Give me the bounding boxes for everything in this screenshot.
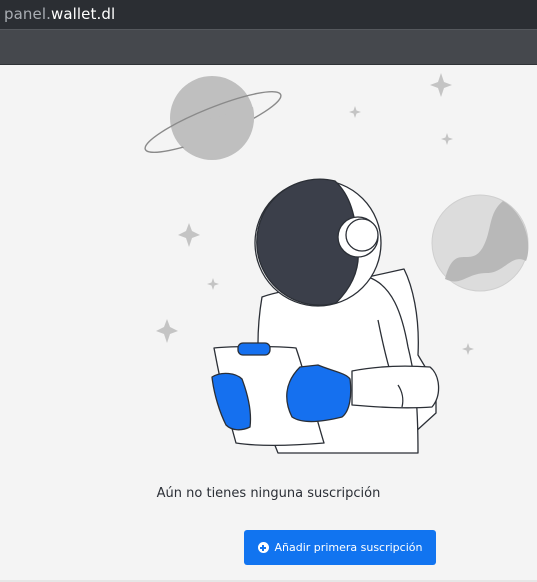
address-bar[interactable]: panel.wallet.dl bbox=[0, 0, 537, 29]
add-first-subscription-button[interactable]: Añadir primera suscripción bbox=[244, 530, 436, 565]
url-domain: wallet.dl bbox=[50, 5, 116, 23]
main-content: Aún no tienes ninguna suscripción Añadir… bbox=[0, 65, 537, 582]
astronaut-icon bbox=[211, 178, 440, 454]
add-button-label: Añadir primera suscripción bbox=[274, 541, 423, 554]
url-text[interactable]: panel.wallet.dl bbox=[4, 5, 115, 23]
url-subdomain: panel. bbox=[4, 5, 51, 23]
empty-state-illustration bbox=[144, 73, 529, 454]
app-toolbar bbox=[0, 29, 537, 64]
ringed-planet-icon bbox=[144, 76, 282, 160]
empty-state-message: Aún no tienes ninguna suscripción bbox=[156, 486, 381, 501]
swirl-planet-icon bbox=[431, 194, 529, 292]
plus-circle-icon bbox=[257, 542, 269, 553]
